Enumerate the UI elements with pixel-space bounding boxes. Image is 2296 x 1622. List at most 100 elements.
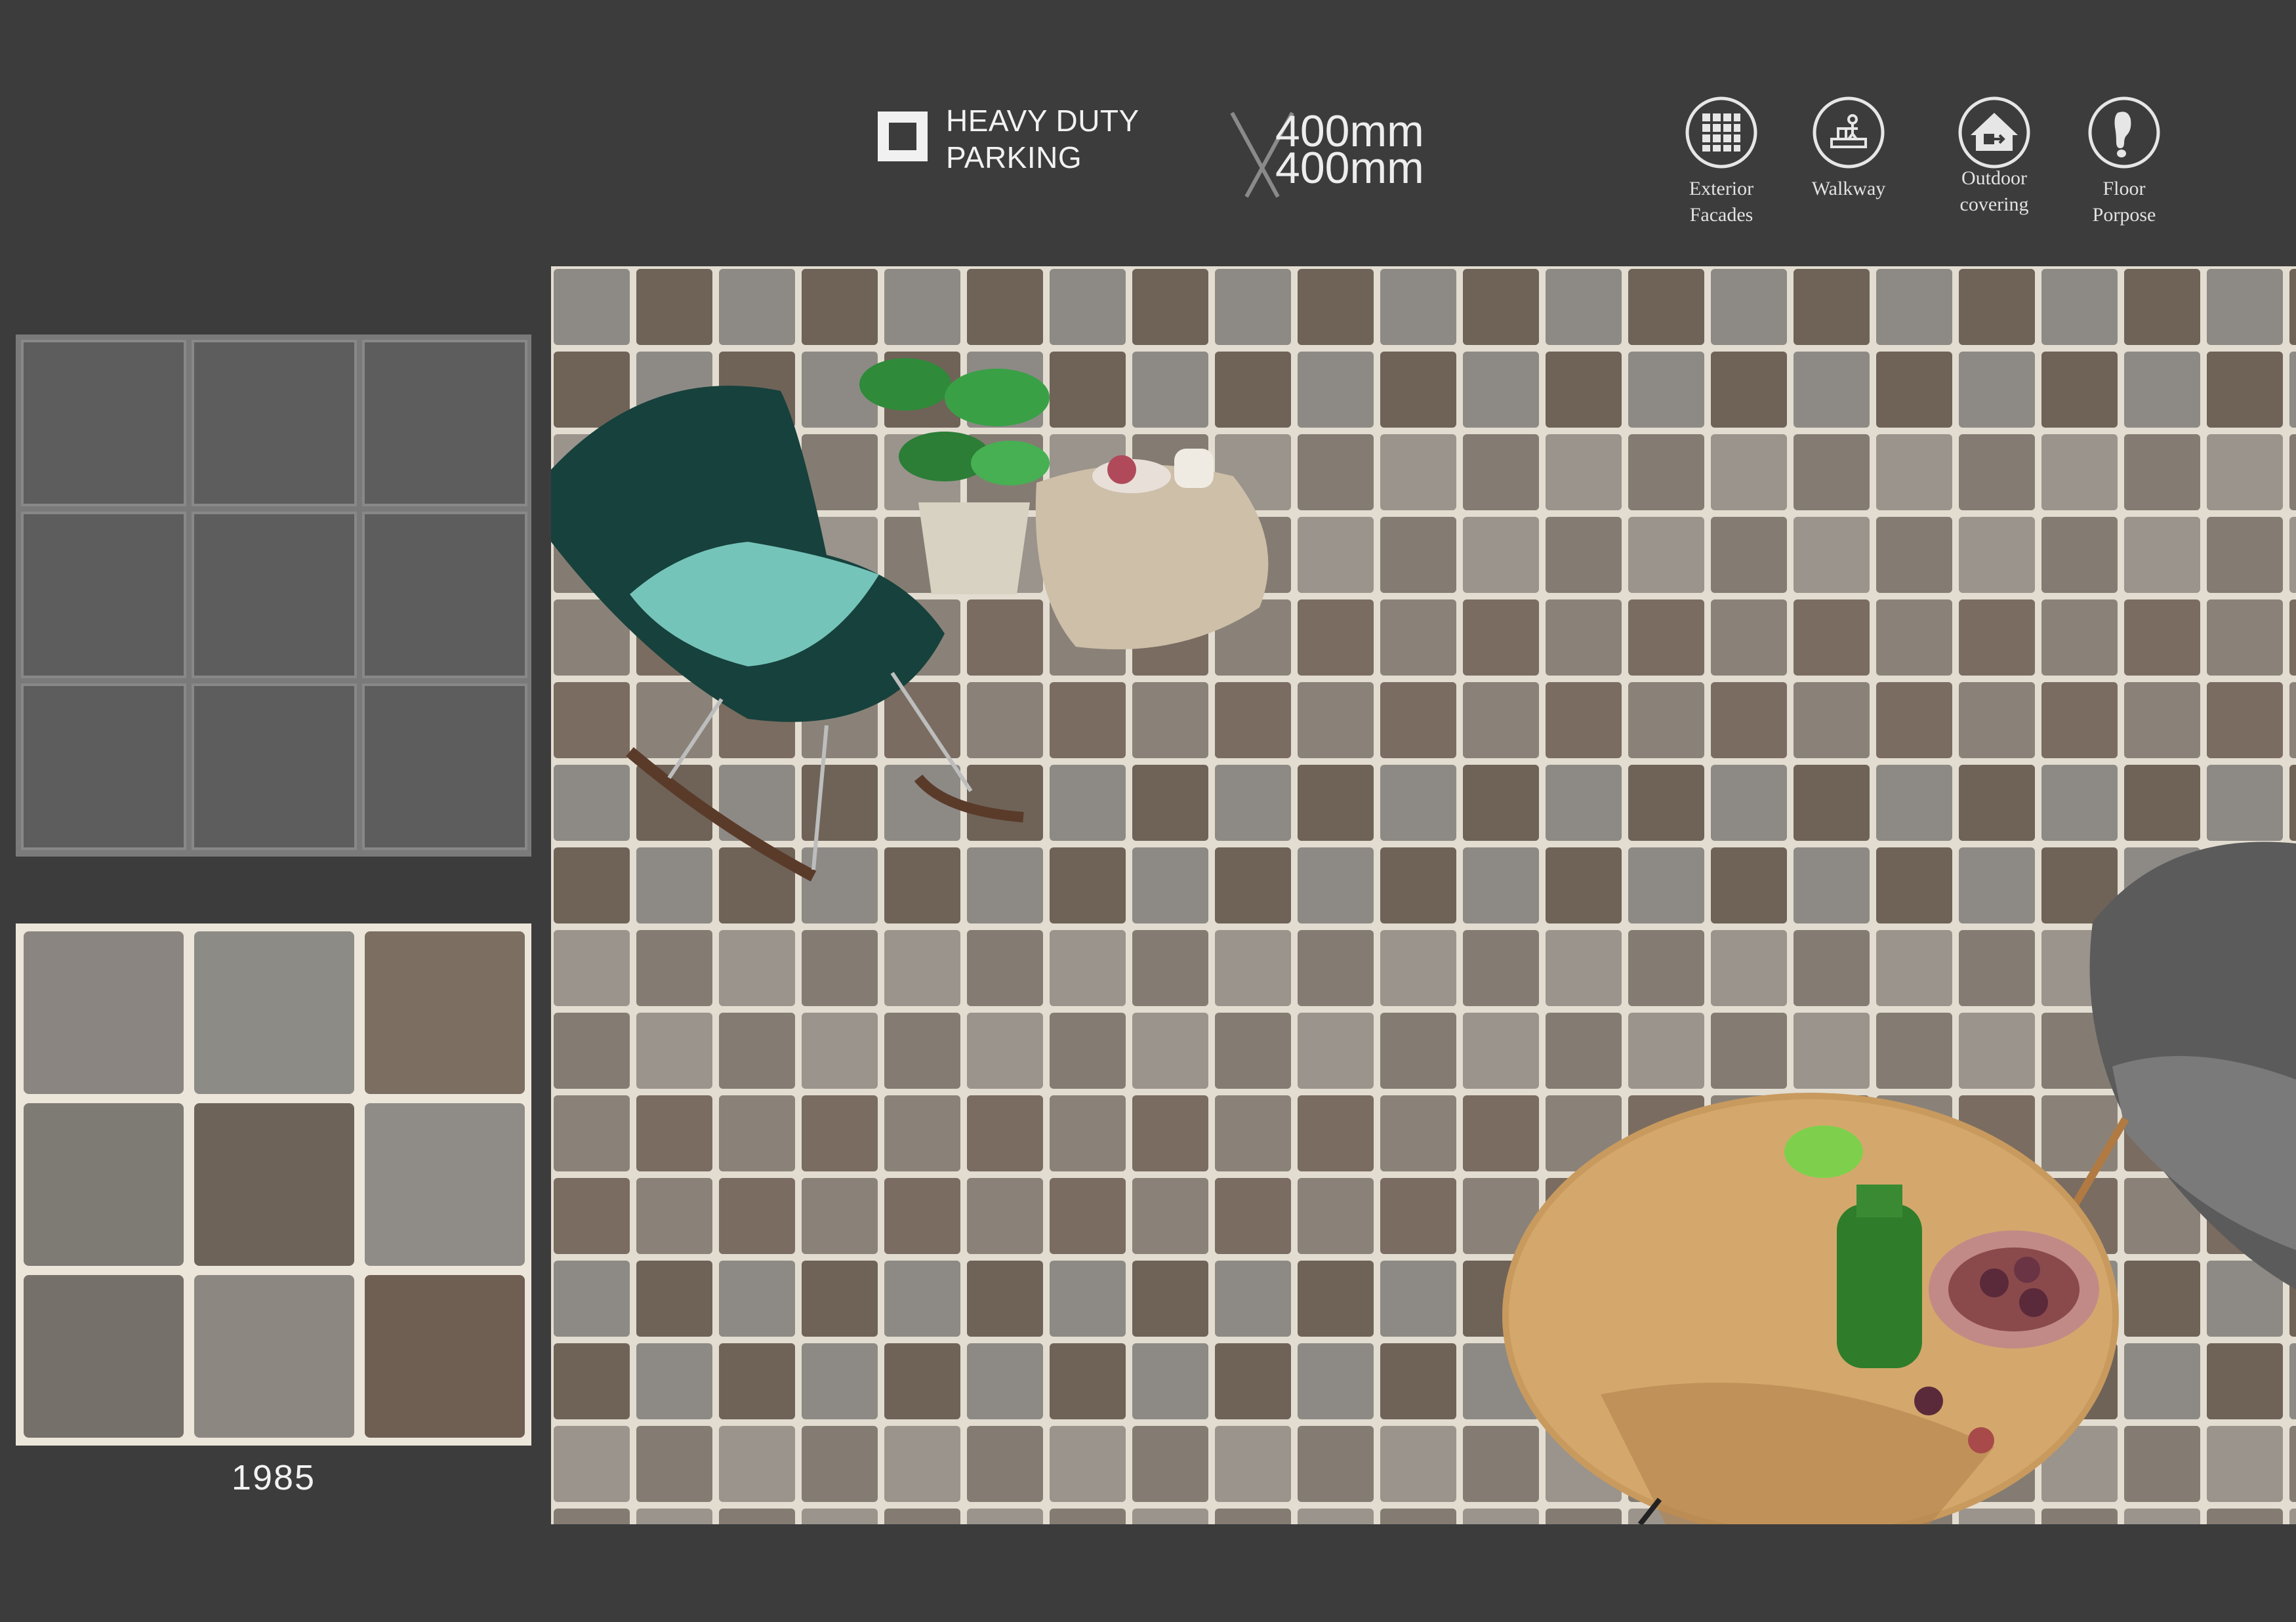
floor-tile [1132,765,1208,841]
floor-tile [1794,930,1870,1006]
tile-code: 1985 [231,1458,316,1497]
floor-tile [1628,517,1704,593]
floor-tile [719,269,795,345]
floor-tile [1132,352,1208,428]
floor-tile [1794,599,1870,676]
usage-outdoor-line2: covering [1959,193,2029,215]
floor-tile [884,1013,960,1089]
floor-tile [1876,682,1952,758]
floor-tile [1298,599,1374,676]
floor-tile [1132,1426,1208,1502]
dark-tile-cell [192,340,357,506]
floor-tile [1050,352,1126,428]
floor-tile [967,1095,1043,1171]
floor-tile [2207,517,2283,593]
floor-tile [802,1509,878,1524]
floor-tile [1132,847,1208,923]
floor-tile [719,930,795,1006]
floor-tile [1298,1178,1374,1254]
floor-tile [719,1178,795,1254]
floor-tile [1546,1509,1622,1524]
floor-tile [2041,352,2118,428]
floor-tile [1463,847,1539,923]
floor-tile [1876,352,1952,428]
floor-tile [802,1013,878,1089]
floor-footprint-icon [2088,96,2160,169]
floor-tile [636,682,712,758]
floor-tile [2207,1426,2283,1502]
floor-tile [1215,1013,1291,1089]
floor-tile [1132,269,1208,345]
floor-tile [636,1178,712,1254]
floor-tile [1215,682,1291,758]
floor-tile [2124,1426,2200,1502]
floor-tile [2041,765,2118,841]
color-tile-cell [365,931,525,1094]
floor-tile [1380,765,1456,841]
floor-tile [1711,269,1787,345]
floor-tile [1546,1013,1622,1089]
floor-tile [1546,765,1622,841]
floor-tile [884,847,960,923]
floor-tile [1050,1261,1126,1337]
floor-tile [1959,930,2035,1006]
floor-tile [1380,352,1456,428]
floor-tile [719,1426,795,1502]
floor-tile [2124,269,2200,345]
color-tile-cell [24,931,184,1094]
floor-tile [554,1343,630,1419]
floor-tile [2124,1261,2200,1337]
usage-walkway-line1: Walkway [1811,178,1886,199]
floor-tile [1050,269,1126,345]
floor-tile [1215,1261,1291,1337]
floor-tile [1298,1343,1374,1419]
floor-tile [636,1013,712,1089]
floor-tile [2289,599,2296,676]
floor-tile [1628,930,1704,1006]
floor-tile [719,1261,795,1337]
floor-tile [1132,1343,1208,1419]
heavy-duty-label: HEAVY DUTY PARKING [946,102,1139,176]
floor-tile [884,1178,960,1254]
floor-tile [2207,599,2283,676]
floor-tile [1050,847,1126,923]
floor-tile [1794,517,1870,593]
floor-tile [1876,434,1952,510]
floor-tile [1132,1013,1208,1089]
floor-tile [2289,682,2296,758]
floor-tile [2041,682,2118,758]
floor-tile [1463,599,1539,676]
floor-tile [1463,269,1539,345]
floor-tile [1463,434,1539,510]
floor-tile [1298,352,1374,428]
walkway-icon [1813,96,1885,169]
floor-tile [884,930,960,1006]
floor-tile [1546,599,1622,676]
floor-tile [2041,1095,2118,1171]
dark-tile-cell [192,512,357,678]
floor-tile [1132,1095,1208,1171]
color-tile-cell [194,1275,354,1438]
floor-tile [2041,434,2118,510]
color-tile-cell [194,931,354,1094]
floor-tile [1298,847,1374,923]
dark-tile-cell [21,340,186,506]
floor-tile [1215,930,1291,1006]
floor-tile [802,1426,878,1502]
floor-tile [1298,930,1374,1006]
color-tile-cell [24,1103,184,1266]
floor-tile [2124,765,2200,841]
floor-tile [554,1013,630,1089]
floor-tile [1380,517,1456,593]
floor-tile [1380,1178,1456,1254]
floor-tile [2207,1343,2283,1419]
floor-tile [1463,1426,1539,1502]
dark-tile-cell [362,340,527,506]
floor-tile [554,1095,630,1171]
usage-exterior-facades: Exterior Facades [1662,96,1780,228]
floor-tile [1711,1013,1787,1089]
heavy-duty-badge-icon [878,112,928,161]
floor-tile [1298,1261,1374,1337]
floor-tile [719,1343,795,1419]
floor-tile [1794,269,1870,345]
